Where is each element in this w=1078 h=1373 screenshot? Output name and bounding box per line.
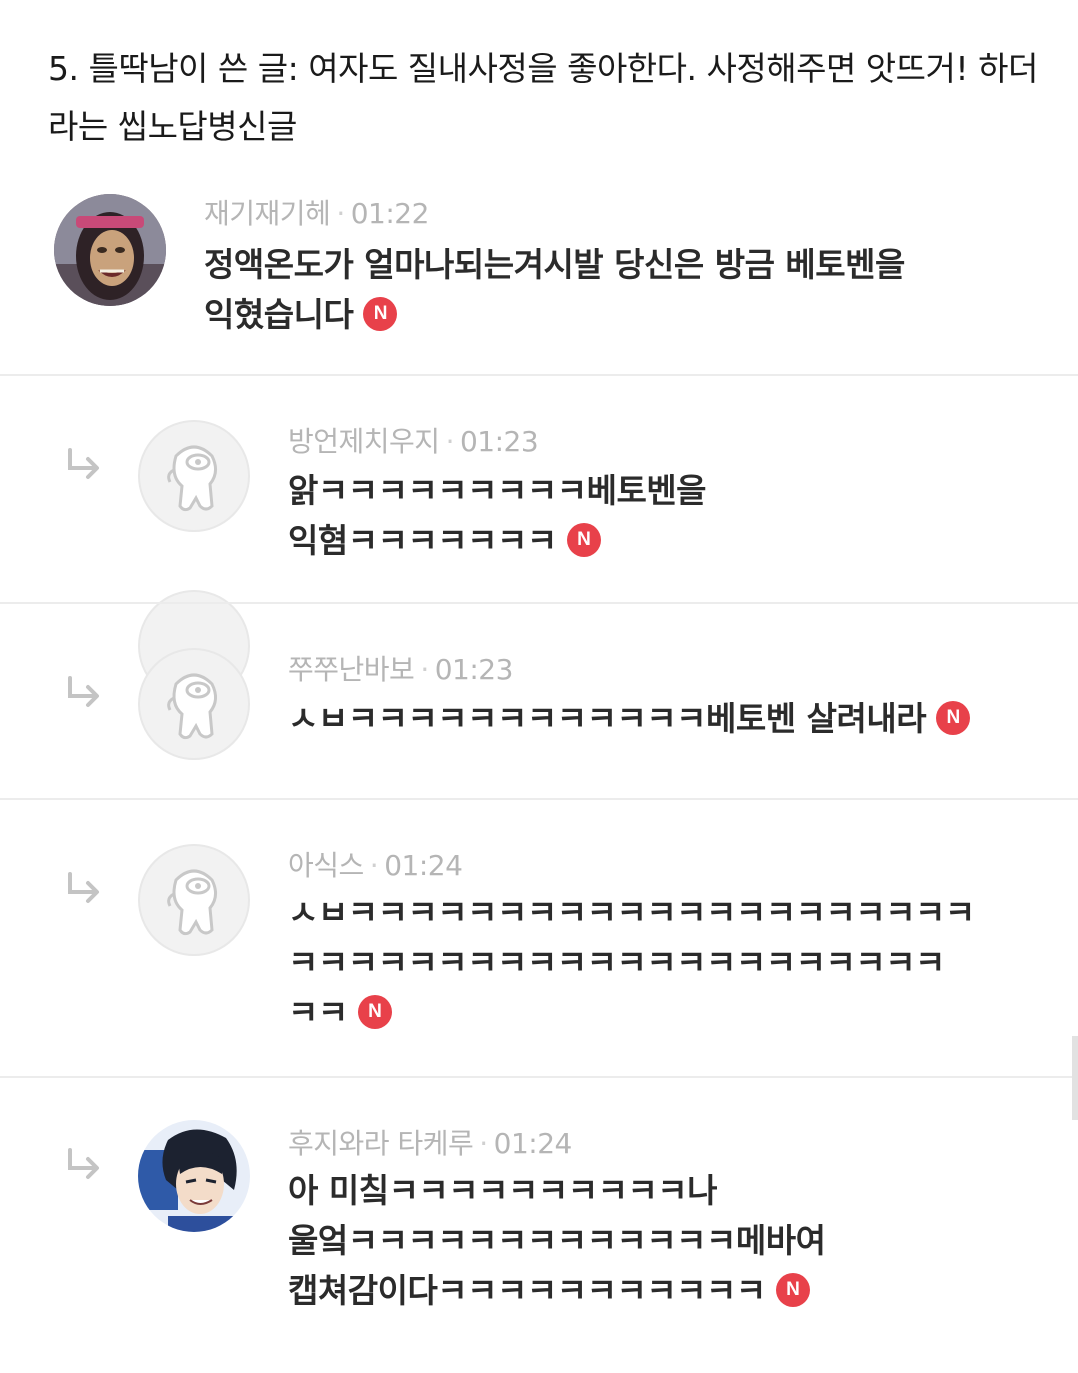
comment-line: 울엌ㅋㅋㅋㅋㅋㅋㅋㅋㅋㅋㅋㅋㅋ메바여 bbox=[288, 1221, 826, 1260]
post-title: 5. 틀딱남이 쓴 글: 여자도 질내사정을 좋아한다. 사정해주면 앗뜨거! … bbox=[48, 49, 1038, 146]
comment-line: 정액온도가 얼마나되는겨시발 당신은 방금 베토벤을 bbox=[204, 245, 905, 284]
comment-author[interactable]: 후지와라 타케루 bbox=[288, 1127, 474, 1160]
comment-author[interactable]: 쭈쭈난바보 bbox=[288, 653, 415, 686]
comment-meta: 재기재기헤 · 01:22 bbox=[204, 192, 429, 232]
reply-arrow-icon bbox=[68, 448, 99, 479]
comment-line: ㅅㅂㅋㅋㅋㅋㅋㅋㅋㅋㅋㅋㅋㅋㅋㅋㅋㅋㅋㅋㅋㅋㅋ bbox=[288, 893, 975, 932]
new-badge-icon: N bbox=[566, 522, 601, 557]
ghost-avatar-icon bbox=[167, 869, 217, 936]
comment-meta: 방언제치우지 · 01:23 bbox=[288, 420, 539, 460]
comment-divider bbox=[0, 1076, 1078, 1078]
comment-list: 재기재기헤 · 01:22 정액온도가 얼마나되는겨시발 당신은 방금 베토벤을 익… bbox=[0, 170, 1078, 1373]
reply-arrow-icon bbox=[68, 872, 99, 903]
comment-line-text: 캡쳐감이다ㅋㅋㅋㅋㅋㅋㅋㅋㅋㅋㅋ bbox=[288, 1271, 766, 1310]
meta-separator: · bbox=[369, 849, 379, 882]
ghost-avatar-icon bbox=[167, 673, 217, 740]
comment-meta: 쭈쭈난바보 · 01:23 bbox=[288, 648, 513, 688]
comment-line-text: 익혐ㅋㅋㅋㅋㅋㅋㅋ bbox=[288, 521, 557, 560]
comment-body: 정액온도가 얼마나되는겨시발 당신은 방금 베토벤을 익혔습니다 N bbox=[204, 240, 905, 340]
comment-divider bbox=[0, 374, 1078, 376]
comment-line-last: 캡쳐감이다ㅋㅋㅋㅋㅋㅋㅋㅋㅋㅋㅋ N bbox=[288, 1266, 825, 1316]
meta-separator: · bbox=[420, 653, 429, 686]
comment-time: 01:22 bbox=[350, 197, 430, 230]
anime-avatar[interactable] bbox=[138, 1120, 250, 1232]
comment-meta: 아식스 · 01:24 bbox=[288, 844, 463, 884]
comment-line-text: ㅅㅂㅋㅋㅋㅋㅋㅋㅋㅋㅋㅋㅋㅋ베토벤 살려내라 bbox=[288, 699, 927, 738]
new-badge-icon: N bbox=[775, 1272, 810, 1307]
comment-line-last: 익혔습니다 N bbox=[204, 290, 905, 340]
comment-body: 앍ㅋㅋㅋㅋㅋㅋㅋㅋㅋ베토벤을 익혐ㅋㅋㅋㅋㅋㅋㅋ N bbox=[288, 466, 707, 566]
comment-time: 01:23 bbox=[434, 653, 514, 686]
default-avatar[interactable] bbox=[138, 420, 250, 532]
anime-avatar-image bbox=[138, 1120, 250, 1232]
comment-time: 01:24 bbox=[384, 849, 463, 882]
reply-arrow-icon bbox=[68, 676, 99, 707]
meta-separator: · bbox=[445, 425, 455, 458]
comment-line-text: ㅋㅋ bbox=[288, 993, 348, 1032]
comment-time: 01:23 bbox=[459, 425, 539, 458]
meta-separator: · bbox=[336, 197, 345, 230]
villain-avatar-image bbox=[54, 194, 166, 306]
comment-line-last: ㅋㅋ N bbox=[288, 988, 975, 1038]
ghost-avatar-icon bbox=[167, 445, 217, 512]
comment-divider bbox=[0, 798, 1078, 800]
comment-line: 앍ㅋㅋㅋㅋㅋㅋㅋㅋㅋ베토벤을 bbox=[288, 471, 707, 510]
comment-body: ㅅㅂㅋㅋㅋㅋㅋㅋㅋㅋㅋㅋㅋㅋㅋㅋㅋㅋㅋㅋㅋㅋㅋ ㅋㅋㅋㅋㅋㅋㅋㅋㅋㅋㅋㅋㅋㅋㅋㅋ… bbox=[288, 888, 975, 1038]
comment-body: 아 미칰ㅋㅋㅋㅋㅋㅋㅋㅋㅋㅋ나 울엌ㅋㅋㅋㅋㅋㅋㅋㅋㅋㅋㅋㅋㅋ메바여 캡쳐감이다… bbox=[288, 1166, 826, 1316]
comment-divider bbox=[0, 602, 1078, 604]
comment-line-last: 익혐ㅋㅋㅋㅋㅋㅋㅋ N bbox=[288, 516, 706, 566]
default-avatar[interactable] bbox=[138, 648, 250, 760]
reply-arrow-icon bbox=[68, 1148, 99, 1179]
new-badge-icon: N bbox=[936, 700, 971, 735]
comment-time: 01:24 bbox=[493, 1127, 573, 1160]
comment-author[interactable]: 방언제치우지 bbox=[288, 425, 440, 458]
new-badge-icon: N bbox=[357, 994, 392, 1029]
villain-avatar[interactable] bbox=[54, 194, 166, 306]
comment-meta: 후지와라 타케루 · 01:24 bbox=[288, 1122, 572, 1162]
comment-author[interactable]: 아식스 bbox=[288, 849, 364, 882]
scrollbar[interactable] bbox=[1072, 1036, 1078, 1120]
comment-line: 아 미칰ㅋㅋㅋㅋㅋㅋㅋㅋㅋㅋ나 bbox=[288, 1171, 718, 1210]
comment-line-last: ㅅㅂㅋㅋㅋㅋㅋㅋㅋㅋㅋㅋㅋㅋ베토벤 살려내라 N bbox=[288, 694, 971, 744]
comment-line: ㅋㅋㅋㅋㅋㅋㅋㅋㅋㅋㅋㅋㅋㅋㅋㅋㅋㅋㅋㅋㅋㅋ bbox=[288, 943, 945, 982]
comment-line-text: 익혔습니다 bbox=[204, 295, 354, 334]
default-avatar[interactable] bbox=[138, 844, 250, 956]
comment-author[interactable]: 재기재기헤 bbox=[204, 197, 331, 230]
comment-body: ㅅㅂㅋㅋㅋㅋㅋㅋㅋㅋㅋㅋㅋㅋ베토벤 살려내라 N bbox=[288, 694, 971, 744]
meta-separator: · bbox=[479, 1127, 488, 1160]
new-badge-icon: N bbox=[363, 296, 398, 331]
